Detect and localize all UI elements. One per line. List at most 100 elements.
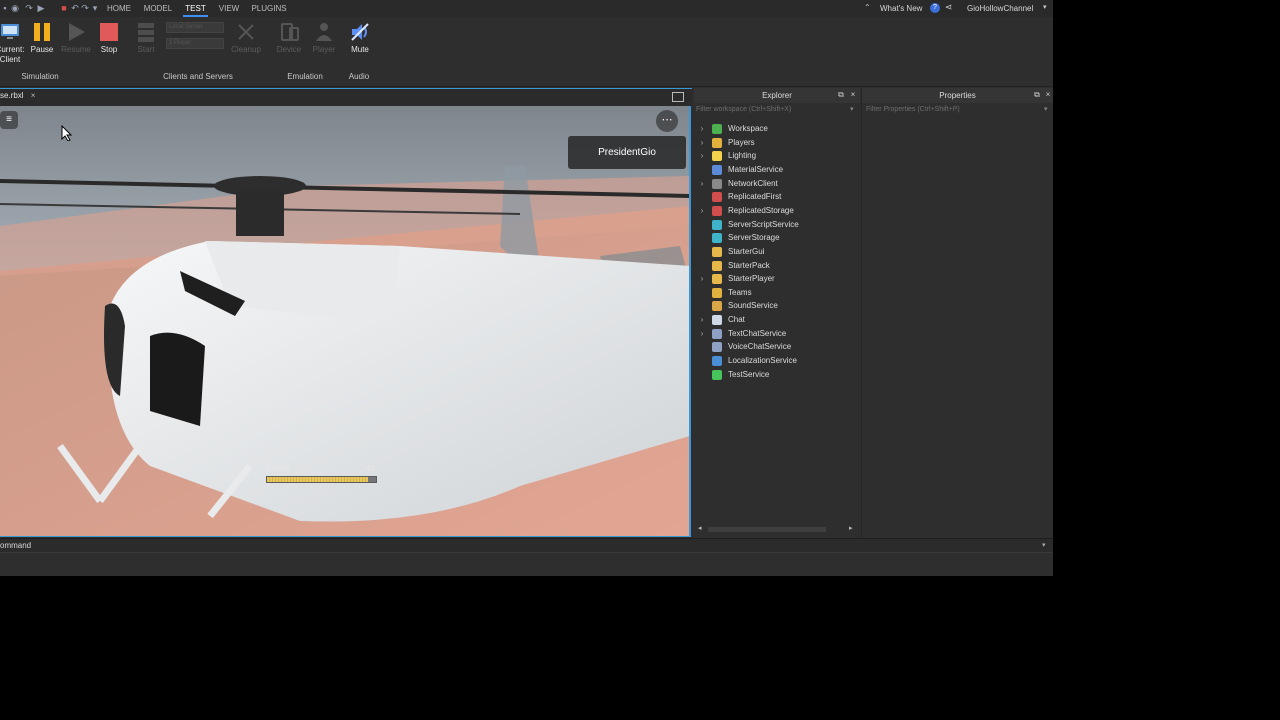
explorer-item[interactable]: SoundService — [694, 299, 854, 312]
explorer-item[interactable]: ServerScriptService — [694, 218, 854, 231]
player-label: Player — [312, 45, 336, 54]
help-icon[interactable]: ? — [930, 3, 940, 13]
stop-button[interactable]: Stop — [93, 21, 125, 54]
explorer-item[interactable]: Teams — [694, 286, 854, 299]
explorer-item-label: Players — [728, 137, 755, 147]
explorer-item[interactable]: StarterGui — [694, 245, 854, 258]
filter-dropdown-icon[interactable]: ▾ — [1044, 105, 1048, 113]
expand-arrow-icon[interactable]: › — [698, 136, 706, 149]
command-bar-label: ommand — [0, 541, 32, 550]
explorer-item[interactable]: ServerStorage — [694, 231, 854, 244]
explorer-item-label: VoiceChatService — [728, 342, 792, 352]
collapse-ribbon-icon[interactable]: ⌃ — [864, 3, 871, 12]
whats-new-link[interactable]: What's New — [880, 0, 922, 17]
expand-arrow-icon[interactable]: › — [698, 313, 706, 326]
explorer-item[interactable]: › Workspace — [694, 122, 854, 135]
scroll-left-icon[interactable]: ◂ — [698, 524, 702, 532]
tab-test[interactable]: TEST — [183, 0, 208, 17]
resume-button[interactable]: Resume — [60, 21, 92, 54]
explorer-item[interactable]: › StarterPlayer — [694, 272, 854, 285]
player-button[interactable]: Player — [308, 21, 340, 54]
explorer-item[interactable]: MaterialService — [694, 163, 854, 176]
group-simulation: Simulation — [21, 72, 59, 81]
horizontal-scrollbar[interactable]: ◂ ▸ — [698, 524, 856, 534]
undo-icon[interactable]: ↶ — [70, 3, 80, 13]
close-icon[interactable]: × — [848, 90, 858, 100]
group-audio: Audio — [348, 72, 370, 81]
tab-model[interactable]: MODEL — [142, 0, 174, 17]
chat-toggle-icon[interactable]: ≡ — [0, 111, 18, 129]
cleanup-button[interactable]: Cleanup — [230, 21, 262, 54]
explorer-item[interactable]: TestService — [694, 368, 854, 381]
stop-icon[interactable]: ■ — [59, 3, 69, 13]
expand-arrow-icon[interactable]: › — [698, 327, 706, 340]
tab-home[interactable]: HOME — [104, 0, 134, 17]
discord-icon[interactable]: ◉ — [10, 3, 20, 13]
explorer-panel: Explorer ⧉ × Filter workspace (Ctrl+Shif… — [694, 88, 860, 537]
explorer-item[interactable]: › Players — [694, 136, 854, 149]
explorer-item-label: LocalizationService — [728, 356, 797, 366]
device-button[interactable]: Device — [273, 21, 305, 54]
expand-arrow-icon[interactable]: › — [698, 122, 706, 135]
explorer-item[interactable]: › Chat — [694, 313, 854, 326]
redo-icon[interactable]: ↷ — [80, 3, 90, 13]
account-name[interactable]: GioHollowChannel — [967, 0, 1033, 17]
explorer-item[interactable]: › ReplicatedStorage — [694, 204, 854, 217]
explorer-item[interactable]: LocalizationService — [694, 354, 854, 367]
properties-filter-input[interactable]: Filter Properties (Ctrl+Shift+P) — [866, 104, 960, 116]
players-dropdown[interactable]: 1 Player — [166, 38, 224, 49]
server-icon — [135, 21, 157, 43]
server-script-icon — [712, 219, 722, 230]
tab-plugins[interactable]: PLUGINS — [250, 0, 288, 17]
mute-button[interactable]: Mute — [344, 21, 376, 54]
explorer-item[interactable]: › Lighting — [694, 149, 854, 162]
save-icon[interactable]: ▪ — [0, 3, 10, 13]
globe-icon — [712, 124, 722, 134]
start-button[interactable]: Start — [130, 21, 162, 54]
explorer-item[interactable]: StarterPack — [694, 259, 854, 272]
explorer-item[interactable]: ReplicatedFirst — [694, 190, 854, 203]
expand-arrow-icon[interactable]: › — [698, 149, 706, 162]
filter-dropdown-icon[interactable]: ▾ — [850, 105, 854, 113]
close-tab-icon[interactable]: × — [31, 91, 36, 100]
server-dropdown[interactable]: Local Server — [166, 22, 224, 33]
current-client-button[interactable]: Current: Client — [0, 21, 26, 65]
expand-arrow-icon[interactable]: › — [698, 272, 706, 285]
players-icon — [712, 137, 722, 148]
explorer-item[interactable]: › NetworkClient — [694, 177, 854, 190]
replicated-storage-icon — [712, 205, 722, 216]
undock-icon[interactable]: ⧉ — [1032, 90, 1042, 100]
explorer-item-label: ServerStorage — [728, 233, 780, 243]
pause-button[interactable]: Pause — [26, 21, 58, 54]
monitor-icon — [0, 21, 21, 43]
tab-view[interactable]: VIEW — [216, 0, 242, 17]
explorer-item-label: StarterPlayer — [728, 274, 775, 284]
maximize-icon[interactable] — [672, 92, 684, 102]
share-icon[interactable]: ⋖ — [945, 2, 953, 13]
command-input[interactable] — [0, 552, 1053, 576]
undock-icon[interactable]: ⧉ — [836, 90, 846, 100]
customize-icon[interactable]: ▾ — [90, 3, 100, 13]
current-client-label: Current: Client — [0, 45, 25, 64]
mute-label: Mute — [351, 45, 369, 54]
game-viewport[interactable]: ≡ ⋯ PresidentGio Speed 43 — [0, 106, 691, 537]
document-tab[interactable]: se.rbxl × — [0, 91, 35, 100]
expand-arrow-icon[interactable]: › — [698, 204, 706, 217]
scroll-right-icon[interactable]: ▸ — [849, 524, 853, 532]
player-name-tag: PresidentGio — [568, 136, 686, 169]
chevron-down-icon[interactable]: ▾ — [1043, 3, 1047, 11]
studio-window: ▪ ◉ ↷ ▶ ■ ↶ ↷ ▾ HOME MODEL TEST VIEW PLU… — [0, 0, 1053, 576]
scrollbar-thumb[interactable] — [708, 527, 826, 532]
explorer-item-label: TestService — [728, 369, 770, 379]
more-options-icon[interactable]: ⋯ — [656, 110, 678, 132]
close-icon[interactable]: × — [1043, 90, 1053, 100]
command-dropdown-icon[interactable]: ▾ — [1042, 541, 1046, 549]
play-icon[interactable]: ▶ — [36, 3, 46, 13]
explorer-filter-input[interactable]: Filter workspace (Ctrl+Shift+X) — [696, 104, 791, 116]
explorer-item-label: ReplicatedStorage — [728, 205, 794, 215]
explorer-item-label: Lighting — [728, 151, 757, 161]
expand-arrow-icon[interactable]: › — [698, 177, 706, 190]
explorer-item[interactable]: VoiceChatService — [694, 340, 854, 353]
redo-icon[interactable]: ↷ — [24, 3, 34, 13]
explorer-item[interactable]: › TextChatService — [694, 327, 854, 340]
